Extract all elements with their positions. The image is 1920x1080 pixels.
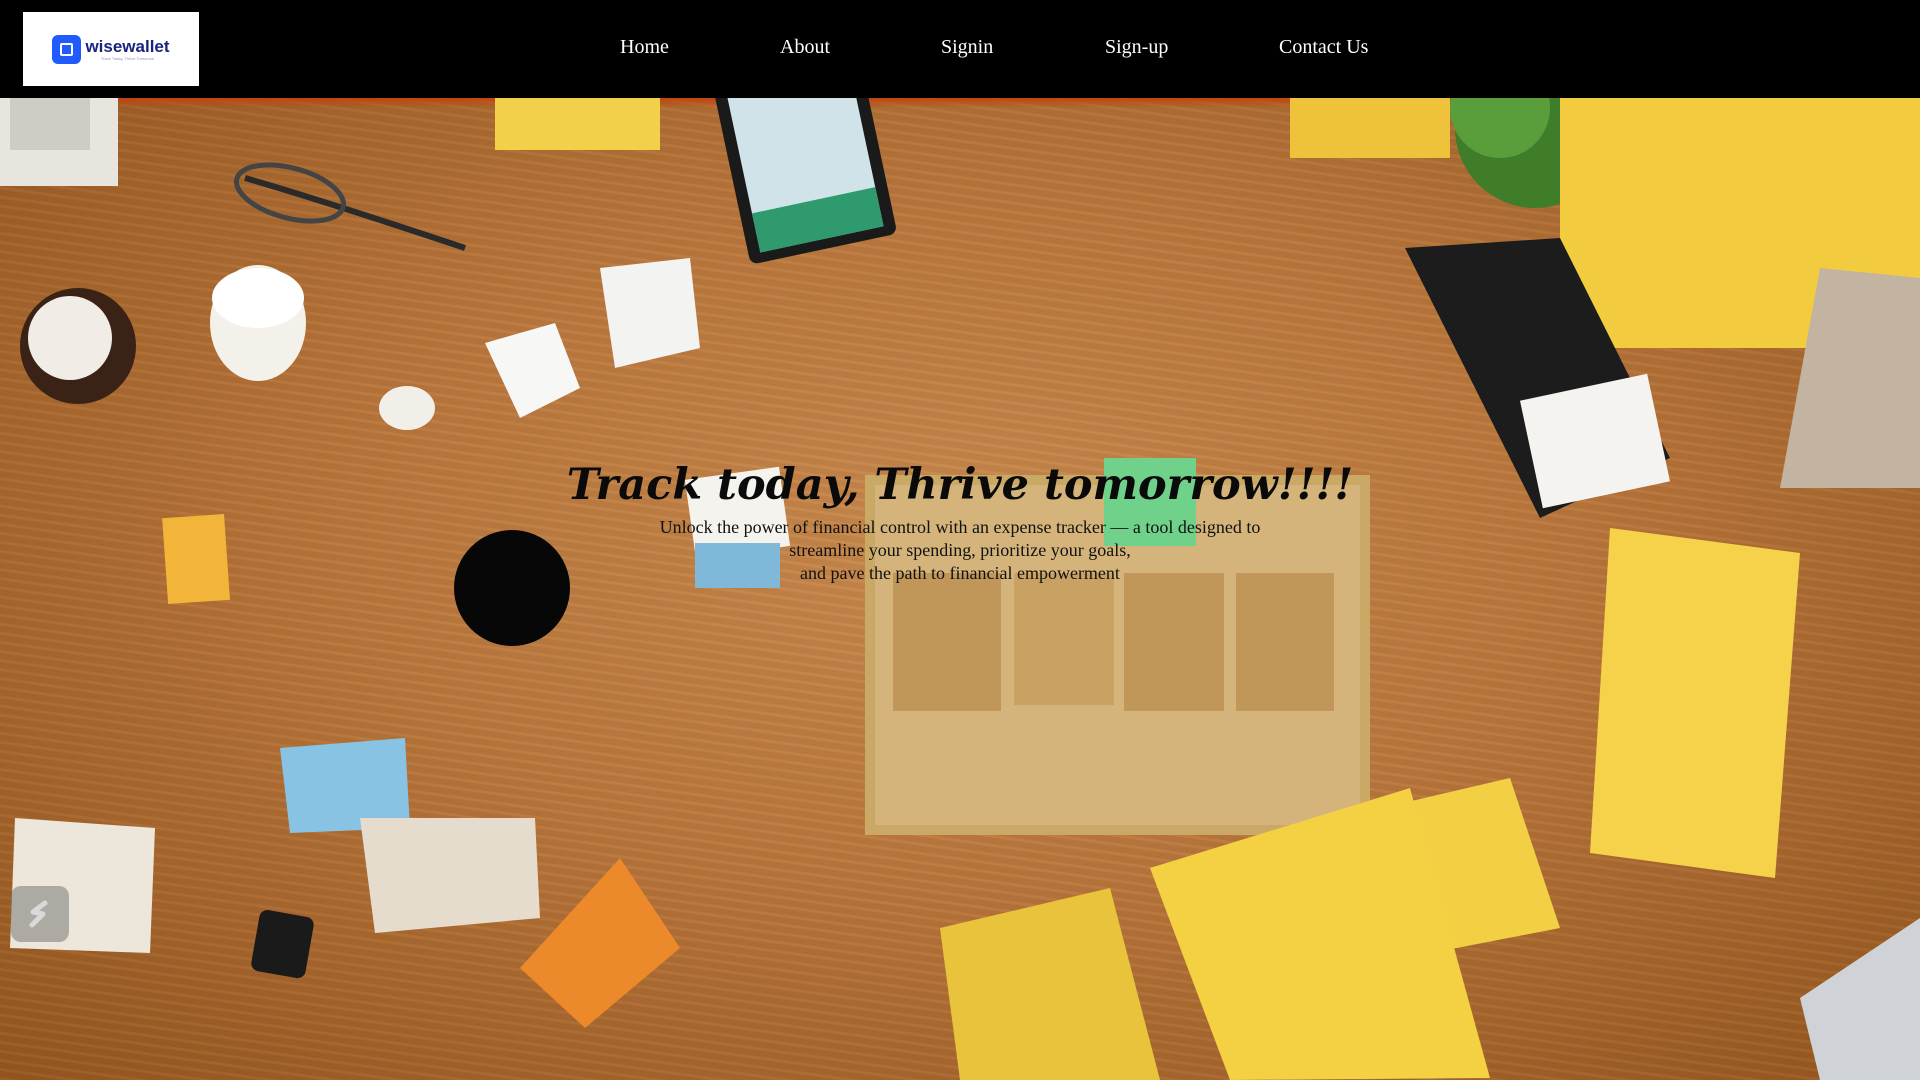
hero-section: Track today, Thrive tomorrow!!!! Unlock … (0, 98, 1920, 1080)
nav-link-contact[interactable]: Contact Us (1279, 36, 1368, 59)
hero-background-image (0, 98, 1920, 1080)
nav-link-about[interactable]: About (780, 36, 830, 59)
top-navbar: wisewallet Track Today, Thrive Tomorrow … (0, 0, 1920, 98)
hero-description-line: streamline your spending, prioritize you… (789, 540, 1131, 560)
nav-link-signin[interactable]: Signin (941, 36, 993, 59)
nav-link-home[interactable]: Home (620, 36, 669, 59)
hero-description-line: Unlock the power of financial control wi… (659, 517, 1261, 537)
nav-menu: Home About Signin Sign-up Contact Us (0, 0, 1920, 98)
hero-description-line: and pave the path to financial empowerme… (800, 563, 1120, 583)
s-logo-icon (29, 900, 48, 928)
nav-link-signup[interactable]: Sign-up (1105, 36, 1168, 59)
hero-content: Track today, Thrive tomorrow!!!! Unlock … (560, 458, 1360, 585)
hero-title: Track today, Thrive tomorrow!!!! (566, 460, 1354, 510)
floating-widget-button[interactable] (11, 886, 69, 942)
hero-description: Unlock the power of financial control wi… (560, 516, 1360, 585)
